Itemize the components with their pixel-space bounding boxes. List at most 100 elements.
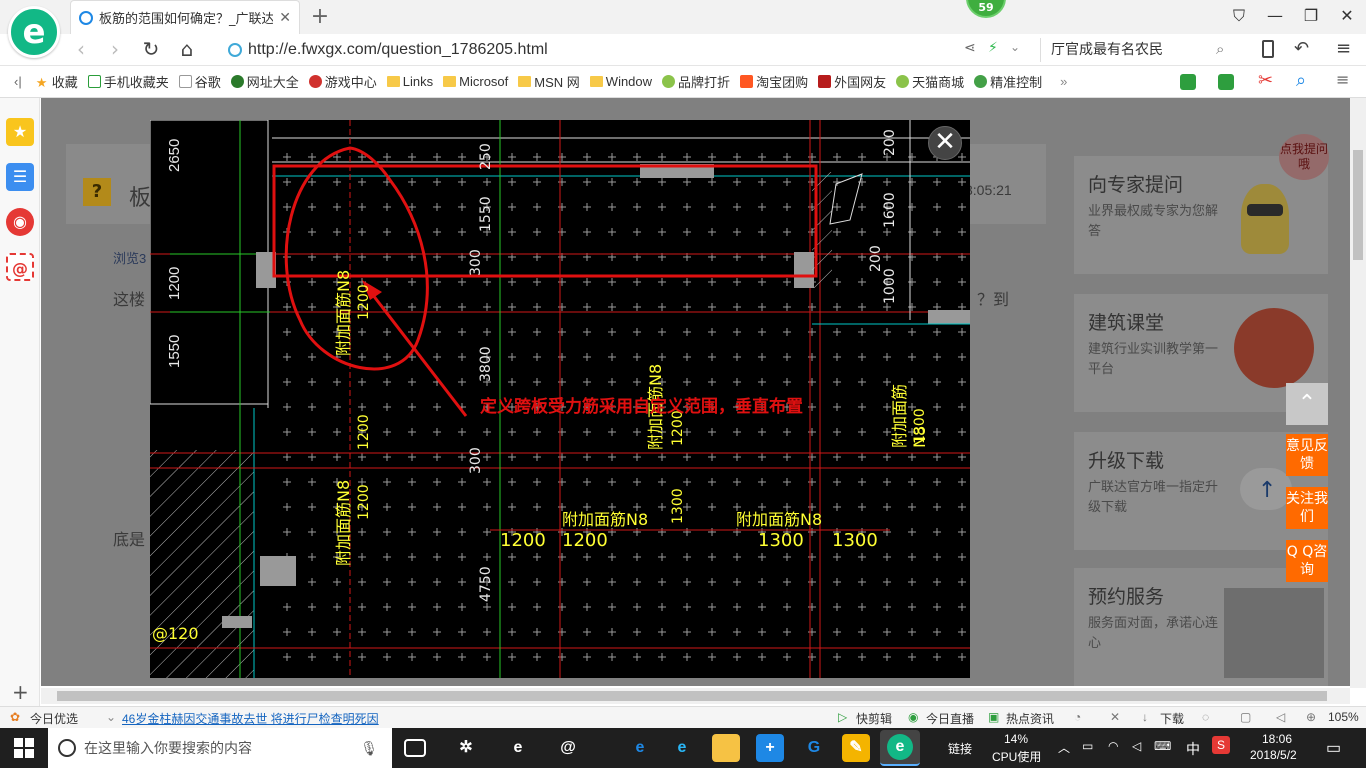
browser-logo-icon[interactable]: e <box>8 6 60 58</box>
chevron-down-icon[interactable]: ⌄ <box>1010 40 1020 54</box>
ie-icon[interactable]: e <box>668 734 696 762</box>
close-tab-icon[interactable]: ✕ <box>279 10 291 26</box>
weibo-icon[interactable]: ◉ <box>6 208 34 236</box>
favorites-icon[interactable]: ★ <box>6 118 34 146</box>
dim-label: 300 <box>468 249 484 276</box>
minimize-button[interactable]: — <box>1260 4 1290 28</box>
shield-icon[interactable] <box>1180 74 1196 90</box>
search-icon[interactable]: ⌕ <box>1216 40 1224 58</box>
scroll-thumb[interactable] <box>57 691 1327 701</box>
refresh-button[interactable]: ↻ <box>138 38 164 62</box>
browser-e-icon[interactable]: e <box>504 734 532 762</box>
speed-icon[interactable]: ◔ <box>1074 710 1081 724</box>
side-card-appointment[interactable]: 预约服务 服务面对面，承诺心连心 <box>1074 568 1328 686</box>
vertical-scrollbar[interactable] <box>1350 98 1366 688</box>
bookmark-item[interactable]: 外国网友 <box>818 72 886 91</box>
keyboard-icon[interactable]: ⌨ <box>1154 739 1171 753</box>
more-bookmarks-icon[interactable]: » <box>1060 74 1067 89</box>
pin-icon[interactable]: ✕ <box>1110 710 1120 724</box>
microphone-icon[interactable]: 🎙 <box>360 728 378 768</box>
toolbar-menu-icon[interactable]: ≡ <box>1336 70 1349 89</box>
bookmark-item[interactable]: ★ 收藏 <box>36 72 78 91</box>
bookmark-item[interactable]: 品牌打折 <box>662 72 730 91</box>
active-browser-app[interactable]: e <box>880 730 920 766</box>
bookmark-item[interactable]: MSN 网 <box>518 72 580 91</box>
scroll-thumb[interactable] <box>1353 150 1363 260</box>
notes-icon[interactable]: ✎ <box>842 734 870 762</box>
fan-icon[interactable]: ✲ <box>452 734 480 762</box>
windows-start-icon[interactable] <box>14 738 34 758</box>
shirt-icon[interactable]: ⛉ <box>1224 4 1254 28</box>
file-explorer-icon[interactable] <box>712 734 740 762</box>
battery-icon[interactable]: ▭ <box>1082 739 1093 753</box>
hot-news-label[interactable]: 热点资讯 <box>1006 710 1054 727</box>
bookmark-item[interactable]: 手机收藏夹 <box>87 72 169 91</box>
mute-icon[interactable]: ◁ <box>1276 710 1285 724</box>
window-icon[interactable]: ▢ <box>1240 710 1251 724</box>
translate-icon[interactable] <box>1218 74 1234 90</box>
volume-icon[interactable]: ◁ <box>1132 739 1141 753</box>
bookmark-item[interactable]: 淘宝团购 <box>740 72 808 91</box>
url-input[interactable]: http://e.fwxgx.com/question_1786205.html <box>228 38 948 62</box>
add-sidebar-icon[interactable]: + <box>12 680 29 704</box>
search-input[interactable]: 厅官成最有名农民 <box>1040 38 1240 62</box>
cortana-icon <box>58 739 76 757</box>
qq-consult-button[interactable]: Q Q咨询 <box>1286 540 1328 582</box>
today-pick-label[interactable]: 今日优选 <box>30 710 78 727</box>
bookmark-item[interactable]: Links <box>386 74 433 89</box>
horizontal-scrollbar[interactable] <box>41 688 1350 704</box>
undo-icon[interactable]: ↶ <box>1294 38 1309 59</box>
taskbar-search-input[interactable]: 在这里输入你要搜索的内容 🎙 <box>48 728 392 768</box>
dim-label: 3800 <box>478 346 494 382</box>
share-icon[interactable]: ⋖ <box>964 40 976 56</box>
question-title: 板 <box>129 185 152 210</box>
task-view-icon[interactable] <box>404 739 426 757</box>
quick-cut-label[interactable]: 快剪辑 <box>856 710 892 727</box>
bookmark-item[interactable]: Microsof <box>443 74 508 89</box>
tab-active[interactable]: 板筋的范围如何确定？_广联达服 ✕ <box>70 0 300 34</box>
forward-button[interactable]: › <box>102 38 128 62</box>
clean-icon[interactable]: ◌ <box>1202 710 1209 724</box>
mascot-bubble[interactable]: 点我提问哦 <box>1279 134 1329 180</box>
app-plus-icon[interactable]: + <box>756 734 784 762</box>
ime-indicator[interactable]: 中 <box>1186 739 1200 759</box>
download-label[interactable]: 下载 <box>1160 710 1184 727</box>
scissors-icon[interactable]: ✂ <box>1258 70 1273 91</box>
bookmark-item[interactable]: 精准控制 <box>974 72 1042 91</box>
close-window-button[interactable]: ✕ <box>1332 4 1362 28</box>
wifi-icon[interactable]: ◠ <box>1108 739 1118 753</box>
bookmark-item[interactable]: 谷歌 <box>178 72 221 91</box>
back-button[interactable]: ‹ <box>68 38 94 62</box>
mail-icon[interactable]: @ <box>6 253 34 281</box>
live-label[interactable]: 今日直播 <box>926 710 974 727</box>
modal-close-button[interactable]: ✕ <box>928 126 962 160</box>
zoom-level[interactable]: 105% <box>1328 710 1359 724</box>
notification-icon[interactable]: ▭ <box>1326 738 1341 758</box>
clock-date[interactable]: 2018/5/2 <box>1250 748 1297 762</box>
search-tool-icon[interactable]: ⌕ <box>1296 70 1306 91</box>
edge-icon[interactable]: e <box>626 734 654 762</box>
link-label[interactable]: 链接 <box>948 740 972 757</box>
restore-button[interactable]: ❐ <box>1296 4 1326 28</box>
bookmark-item[interactable]: Window <box>589 74 652 89</box>
sidebar-toggle-icon[interactable]: ‹| <box>14 74 22 89</box>
back-to-top-button[interactable]: ⌃ <box>1286 383 1328 425</box>
bookmark-item[interactable]: 网址大全 <box>230 72 299 91</box>
spiral-icon[interactable]: @ <box>554 734 582 762</box>
lightning-icon[interactable]: ⚡ <box>988 40 998 56</box>
home-button[interactable]: ⌂ <box>174 38 200 62</box>
follow-button[interactable]: 关注我们 <box>1286 487 1328 529</box>
bookmark-item[interactable]: 游戏中心 <box>308 72 377 91</box>
news-link[interactable]: 46岁金柱赫因交通事故去世 将进行尸检查明死因 <box>122 710 379 727</box>
g-app-icon[interactable]: G <box>800 734 828 762</box>
phone-icon[interactable] <box>1262 40 1274 58</box>
tray-expand-icon[interactable]: ︿ <box>1058 739 1070 756</box>
menu-icon[interactable]: ≡ <box>1336 38 1351 59</box>
bookmark-item[interactable]: 天猫商城 <box>896 72 964 91</box>
sogou-icon[interactable]: S <box>1212 736 1230 754</box>
rebar-dim: 1200 <box>356 484 372 520</box>
feedback-button[interactable]: 意见反馈 <box>1286 434 1328 476</box>
clock-time[interactable]: 18:06 <box>1262 732 1292 746</box>
list-icon[interactable]: ☰ <box>6 163 34 191</box>
new-tab-button[interactable]: + <box>308 4 332 29</box>
